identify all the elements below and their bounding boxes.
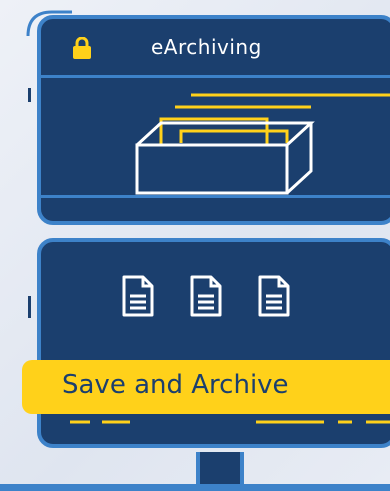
lock-icon	[73, 37, 91, 59]
monitor-base	[0, 484, 390, 491]
documents-window	[37, 238, 390, 448]
archive-box-icon	[135, 93, 390, 195]
side-decoration	[28, 88, 31, 102]
archive-illustration	[41, 75, 390, 195]
divider	[41, 195, 390, 198]
archive-window: eArchiving	[37, 15, 390, 225]
document-icon	[258, 275, 290, 317]
window-title-bar: eArchiving	[41, 19, 390, 78]
save-and-archive-button[interactable]: Save and Archive	[22, 360, 390, 414]
app-title: eArchiving	[151, 35, 262, 59]
document-icon	[190, 275, 222, 317]
progress-dashes	[70, 420, 390, 424]
side-decoration	[28, 296, 31, 318]
document-icon	[122, 275, 154, 317]
save-and-archive-label: Save and Archive	[62, 370, 289, 400]
document-list	[121, 274, 291, 318]
monitor-stand	[196, 452, 244, 487]
